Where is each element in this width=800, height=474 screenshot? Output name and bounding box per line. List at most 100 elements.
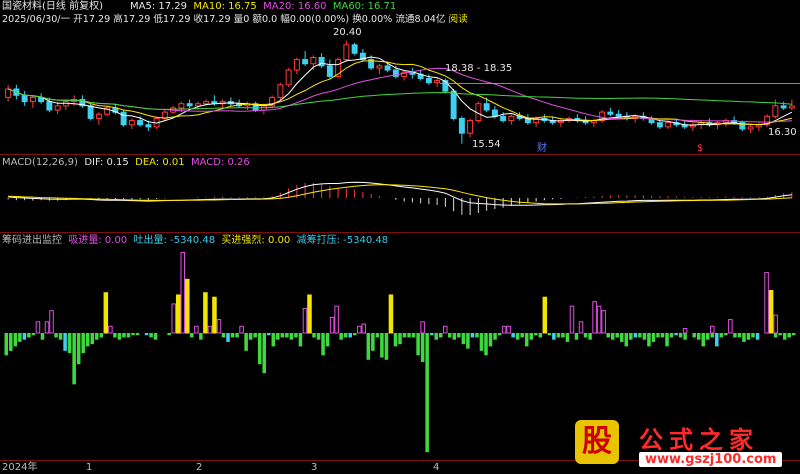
emit-bar xyxy=(416,333,420,356)
absorb-bar xyxy=(361,323,367,334)
candle-body xyxy=(508,115,515,122)
candle-body xyxy=(21,94,28,103)
emit-bar xyxy=(27,333,31,338)
candle-body xyxy=(434,80,441,84)
absorb-bar xyxy=(592,301,597,334)
ma60-line xyxy=(7,88,792,110)
emit-bar xyxy=(85,333,90,347)
emit-bar xyxy=(40,333,45,340)
absorb-bar xyxy=(307,294,312,334)
candle-body xyxy=(46,101,53,111)
emit-bar xyxy=(588,333,592,340)
candle-body xyxy=(95,113,102,119)
emit-bar xyxy=(751,333,755,338)
emit-bar xyxy=(81,333,85,354)
emit-bar xyxy=(95,333,99,340)
emit-bar xyxy=(619,333,624,342)
emit-bar xyxy=(312,333,316,338)
absorb-bar xyxy=(216,319,222,334)
chart-window: 国瓷材料(日线 前复权) MA5: 17.29 MA10: 16.75 MA20… xyxy=(0,0,800,474)
ma5-label: MA5: 17.29 xyxy=(130,1,188,12)
candle-body xyxy=(194,103,201,107)
emit-bar xyxy=(633,333,638,338)
x-tick-4: 4 xyxy=(433,462,440,473)
emit-bar xyxy=(493,333,497,340)
emit-bar xyxy=(733,333,737,338)
emit-bar xyxy=(316,333,321,340)
emit-bar xyxy=(398,333,402,345)
absorb-bar xyxy=(357,325,362,334)
emit-bar xyxy=(348,333,352,338)
macd-name: MACD(12,26,9) xyxy=(2,157,78,168)
emit-bar xyxy=(705,333,710,340)
watermark: 股 公式之家 www.gszj100.com xyxy=(557,418,797,470)
emit-bar xyxy=(199,333,203,340)
emit-bar xyxy=(606,333,610,338)
emit-bar xyxy=(99,333,104,338)
candle-body xyxy=(425,77,432,84)
emit-bar xyxy=(746,333,751,340)
absorb-bar xyxy=(682,328,688,334)
emit-bar xyxy=(534,333,538,336)
emit-bar xyxy=(289,333,294,340)
absorb-bar xyxy=(44,321,50,334)
emit-bar xyxy=(710,333,715,338)
chip-legend: 筹码进出监控 吸进量: 0.00 吐出量: -5340.48 买进强烈: 0.0… xyxy=(2,234,388,247)
ma10-label: MA10: 16.75 xyxy=(193,1,257,12)
emit-bar xyxy=(339,333,343,340)
absorb-bar xyxy=(501,325,507,334)
emit-bar xyxy=(656,333,660,338)
candle-body xyxy=(277,84,284,98)
dollar-marker[interactable]: $ xyxy=(697,142,703,155)
emit-bar xyxy=(448,333,452,338)
emit-bar xyxy=(457,333,461,338)
absorb-bar xyxy=(596,305,602,334)
emit-bar xyxy=(715,333,719,347)
candle-body xyxy=(483,103,490,111)
candle-body xyxy=(450,90,457,119)
stock-title: 国瓷材料(日线 前复权) xyxy=(2,1,103,12)
absorb-bar xyxy=(108,325,113,334)
emit-bar xyxy=(742,333,746,342)
emit-bar xyxy=(131,333,135,336)
x-tick-1: 1 xyxy=(86,462,93,473)
absorb-bar xyxy=(239,325,244,334)
candle-body xyxy=(788,105,795,109)
ma60-label: MA60: 16.71 xyxy=(332,1,397,12)
ohlc-info: 2025/06/30/一 开17.29 高17.29 低17.29 收17.29… xyxy=(2,13,468,26)
absorb-bar xyxy=(542,296,548,334)
emit-bar xyxy=(552,333,556,340)
emit-bar xyxy=(149,333,153,338)
emit-bar xyxy=(452,333,457,340)
emit-bar xyxy=(701,333,705,347)
emit-bar xyxy=(647,333,651,347)
emit-bar xyxy=(321,333,325,356)
candle-body xyxy=(326,65,333,77)
emit-bar xyxy=(669,333,674,338)
annotation-high: 20.40 xyxy=(333,27,362,38)
absorb-bar xyxy=(388,294,394,334)
emit-bar xyxy=(248,333,253,340)
candle-body xyxy=(665,122,672,128)
emit-bar xyxy=(615,333,619,338)
finance-marker[interactable]: 财 xyxy=(537,142,547,155)
candle-body xyxy=(615,113,622,117)
reduce-label: 减筹打压: -5340.48 xyxy=(296,235,389,246)
emit-bar xyxy=(298,333,303,347)
candle-body xyxy=(467,120,474,134)
candle-body xyxy=(442,80,449,92)
candle-body xyxy=(54,105,61,111)
absorb-bar xyxy=(728,319,733,334)
candle-body xyxy=(29,96,36,103)
emit-bar xyxy=(484,333,488,356)
read-link[interactable]: 阅读 xyxy=(449,14,468,25)
emit-bar xyxy=(253,333,257,338)
emit-bar xyxy=(461,333,466,345)
emit-bar xyxy=(375,333,380,338)
emit-bar xyxy=(117,333,122,340)
emit-bar xyxy=(122,333,126,338)
emit-bar xyxy=(651,333,656,342)
emit-bar xyxy=(67,333,72,354)
absorb-bar xyxy=(185,278,190,334)
emit-bar xyxy=(126,333,131,338)
